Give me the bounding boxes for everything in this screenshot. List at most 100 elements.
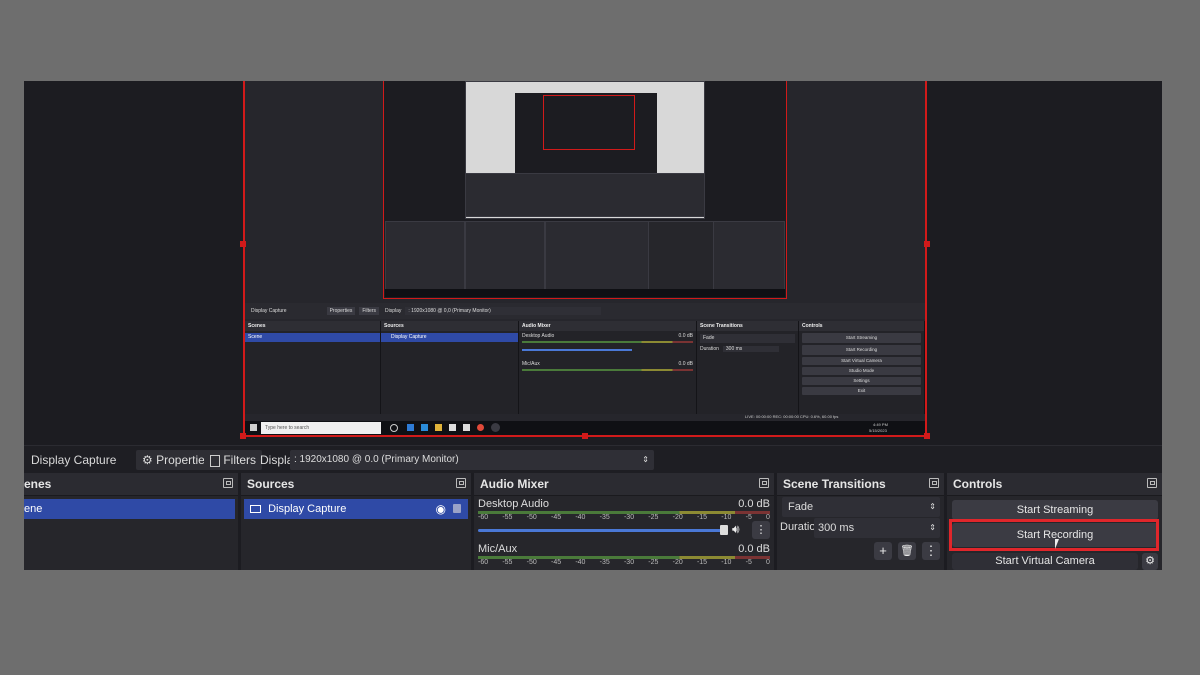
transitions-title: Scene Transitions <box>783 477 886 491</box>
nested-sources <box>465 221 545 295</box>
scenes-header: enes <box>24 473 238 496</box>
sources-header: Sources <box>241 473 471 496</box>
spin-arrows-icon: ⇕ <box>929 523 936 532</box>
taskbar-time: 4:49 PM <box>873 422 888 427</box>
resize-handle-bottom-left[interactable] <box>240 433 246 439</box>
inner-display-label: Display <box>385 308 402 314</box>
inner-fade: Fade <box>700 334 795 343</box>
meter-tick-label: -60 <box>478 514 489 521</box>
nested-capture-2 <box>543 95 635 150</box>
inner-controls-title: Controls <box>799 321 924 331</box>
meter-tick-label: 0 <box>766 514 770 521</box>
undock-icon[interactable] <box>456 478 466 488</box>
inner-scenes: Scenes Scene <box>245 321 381 414</box>
mic-aux-label: Mic/Aux <box>478 543 518 555</box>
meter-tick-label: -5 <box>745 514 752 521</box>
resize-handle-left[interactable] <box>240 241 246 247</box>
start-virtual-camera-button[interactable]: Start Virtual Camera <box>952 553 1138 570</box>
meter-tick-label: -5 <box>745 559 752 566</box>
resize-handle-bottom[interactable] <box>582 433 588 439</box>
taskbar-search-text: Type here to search <box>265 425 310 431</box>
inner-transitions-title: Scene Transitions <box>697 321 798 331</box>
meter-tick-label: -45 <box>550 514 562 521</box>
scene-transitions-dock: Scene Transitions Fade ⇕ Duration 300 ms… <box>777 473 944 570</box>
start-streaming-button[interactable]: Start Streaming <box>952 500 1158 520</box>
audio-mixer-dock: Audio Mixer Desktop Audio 0.0 dB -60 -55 -… <box>474 473 774 570</box>
scene-item[interactable]: ene <box>24 499 235 519</box>
display-capture-source[interactable]: Display Capture Properties Filters Displ… <box>243 81 927 437</box>
volume-slider-handle[interactable] <box>720 525 728 535</box>
trash-icon[interactable]: 🗑︎ <box>898 542 916 560</box>
controls-title: Controls <box>953 477 1003 491</box>
select-arrows-icon: ⇕ <box>929 502 936 511</box>
select-arrows-icon: ⇕ <box>642 455 649 464</box>
nested-scenes <box>385 221 465 295</box>
highlight-box <box>949 519 1159 551</box>
cortana-icon <box>390 424 398 432</box>
gear-icon[interactable]: ⚙ <box>1142 553 1158 570</box>
desktop-audio-label: Desktop Audio <box>478 498 549 510</box>
inner-start-streaming: Start Streaming <box>802 333 921 343</box>
meter-tick-label: -50 <box>526 514 537 521</box>
eye-icon[interactable]: ◉ <box>436 499 446 519</box>
inner-display-value: : 1920x1080 @ 0,0 (Primary Monitor) <box>405 307 602 315</box>
meter-tick-label: -10 <box>721 559 732 566</box>
meter-tick-label: -60 <box>478 559 489 566</box>
filters-icon <box>210 454 220 467</box>
inner-mixer-ch2: Mic/Aux <box>522 360 540 367</box>
meter-tick-label: -25 <box>648 559 659 566</box>
meter-tick-label: -40 <box>575 559 586 566</box>
filters-button[interactable]: Filters <box>204 450 263 470</box>
preview-canvas[interactable]: Display Capture Properties Filters Displ… <box>24 81 1162 445</box>
desktop-audio-scale: -60 -55 -50 -45 -40 -35 -30 -25 -20 -15 -10 -5 0 <box>478 514 770 521</box>
inner-properties: Properties <box>326 307 356 315</box>
inner-mixer-ch1-db: 0.0 dB <box>678 333 693 339</box>
obs-window: Display Capture Properties Filters Displ… <box>24 81 1162 570</box>
undock-icon[interactable] <box>929 478 939 488</box>
lock-icon[interactable] <box>453 504 461 513</box>
inner-scenes-title: Scenes <box>245 321 380 331</box>
inner-toolbar: Display Capture Properties Filters Displ… <box>245 303 925 319</box>
speaker-icon[interactable]: 🔊︎ <box>732 522 740 537</box>
transition-select[interactable]: Fade ⇕ <box>782 497 940 517</box>
meter-tick-label: -35 <box>599 559 610 566</box>
nested-docks <box>465 173 705 217</box>
inner-source-item: Display Capture <box>381 333 518 342</box>
monitor-icon <box>250 505 261 514</box>
mail-icon <box>421 424 428 431</box>
meter-tick-label: -55 <box>502 559 513 566</box>
transition-menu-icon[interactable]: ⋮ <box>922 542 940 560</box>
start-streaming-label: Start Streaming <box>1016 504 1094 516</box>
inner-mixer-ch2-db: 0.0 dB <box>678 360 693 367</box>
inner-duration-label: Duration <box>700 346 719 352</box>
undock-icon[interactable] <box>1147 478 1157 488</box>
duration-spinbox[interactable]: 300 ms ⇕ <box>814 518 940 538</box>
meter-tick-label: -35 <box>599 514 610 521</box>
inner-sources: Sources Display Capture <box>381 321 519 414</box>
desktop-audio-volume-slider[interactable] <box>478 529 726 532</box>
source-item[interactable]: Display Capture ◉ <box>244 499 468 519</box>
meter-tick-label: -25 <box>648 514 659 521</box>
mail-app-icon <box>463 424 470 431</box>
inner-source-name: Display Capture <box>251 308 287 314</box>
add-transition-button[interactable]: + <box>874 542 892 560</box>
resize-handle-bottom-right[interactable] <box>924 433 930 439</box>
inner-mixer-title: Audio Mixer <box>519 321 696 331</box>
inner-controls: Controls Start Streaming Start Recording… <box>799 321 925 414</box>
duration-value: 300 ms <box>818 522 855 534</box>
meter-tick-label: -10 <box>721 514 732 521</box>
undock-icon[interactable] <box>223 478 233 488</box>
controls-header: Controls <box>947 473 1162 496</box>
display-select[interactable]: : 1920x1080 @ 0.0 (Primary Monitor) ⇕ <box>290 450 654 470</box>
meter-tick-label: 0 <box>766 559 770 566</box>
transition-value: Fade <box>788 501 814 513</box>
nested-mixer <box>545 221 649 295</box>
resize-handle-right[interactable] <box>924 241 930 247</box>
scene-item-label: ene <box>24 503 43 515</box>
meter-tick-label: -20 <box>672 559 683 566</box>
inner-mixer-ch1: Desktop Audio <box>522 333 555 339</box>
kebab-menu-icon[interactable]: ⋮ <box>752 521 770 539</box>
meter-tick-label: -55 <box>502 514 513 521</box>
undock-icon[interactable] <box>759 478 769 488</box>
properties-label: Properties <box>156 453 211 467</box>
